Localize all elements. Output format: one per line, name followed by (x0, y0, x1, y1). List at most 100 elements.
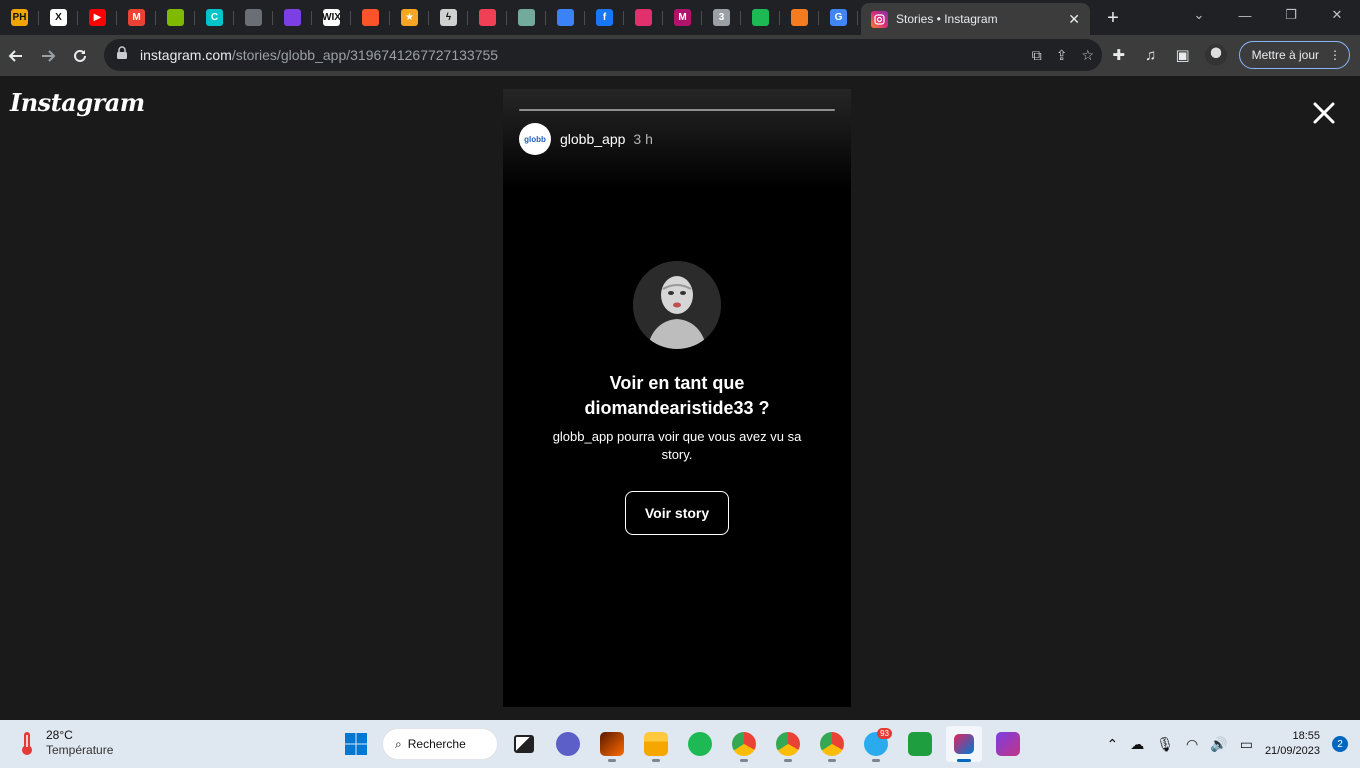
profile-avatar[interactable] (1204, 44, 1227, 66)
forward-button[interactable] (32, 40, 64, 72)
media-control-icon[interactable]: ♫ (1141, 47, 1161, 64)
teams-chat-button[interactable] (550, 726, 586, 762)
pinned-tab[interactable]: M (117, 0, 156, 35)
instagram-logo[interactable]: Instagram (10, 88, 145, 117)
start-button[interactable] (338, 726, 374, 762)
sun-icon (791, 9, 808, 26)
story-timestamp: 3 h (633, 131, 653, 147)
story-header: globb globb_app 3 h (519, 123, 653, 155)
pinned-tab[interactable]: C (195, 0, 234, 35)
search-icon: ⌕ (395, 736, 402, 751)
story-author-avatar[interactable]: globb (519, 123, 551, 155)
story-author-username[interactable]: globb_app (560, 131, 625, 147)
pinned-tab[interactable]: M (663, 0, 702, 35)
share-icon[interactable]: ⇪ (1056, 47, 1068, 64)
shield-icon (557, 9, 574, 26)
pinned-tab[interactable]: ★ (390, 0, 429, 35)
microphone-icon[interactable]: 🎙 (1156, 736, 1174, 753)
game-icon (600, 732, 624, 756)
address-bar[interactable]: instagram.com/stories/globb_app/31967412… (104, 39, 1102, 71)
chrome-profile-1-button[interactable] (726, 726, 762, 762)
game-app-button[interactable] (594, 726, 630, 762)
pinned-tab[interactable]: ▶ (78, 0, 117, 35)
pinned-tab[interactable] (351, 0, 390, 35)
wifi-icon[interactable]: ◠ (1186, 736, 1198, 753)
restore-button[interactable]: ❐ (1268, 0, 1314, 30)
taskbar-search[interactable]: ⌕ Recherche (382, 728, 498, 760)
pinned-tab[interactable] (156, 0, 195, 35)
chat-icon (556, 732, 580, 756)
battery-icon[interactable]: ▭ (1240, 736, 1253, 753)
volume-icon[interactable]: 🔊 (1210, 736, 1227, 753)
site-info-icon[interactable] (116, 45, 128, 65)
pinned-tab[interactable] (507, 0, 546, 35)
pinned-tab[interactable] (234, 0, 273, 35)
minimize-button[interactable]: — (1222, 0, 1268, 30)
pinned-tabs: PH X ▶ M C WIX ★ ϟ f M 3 G (0, 0, 858, 35)
view-as-subtitle: globb_app pourra voir que vous avez vu s… (552, 429, 802, 462)
weather-temperature: 28°C (46, 728, 73, 742)
telegram-button[interactable]: 93 (858, 726, 894, 762)
spotify-button[interactable] (682, 726, 718, 762)
instagram-icon (635, 9, 652, 26)
microsoft-icon (167, 9, 184, 26)
update-button[interactable]: Mettre à jour ⋮ (1238, 41, 1350, 69)
pinned-tab[interactable] (780, 0, 819, 35)
back-button[interactable] (0, 40, 32, 72)
reload-button[interactable] (64, 40, 96, 72)
tab-search-icon[interactable]: ⌄ (1176, 0, 1222, 30)
spotify-icon (688, 732, 712, 756)
pinned-tab[interactable]: G (819, 0, 858, 35)
update-button-label: Mettre à jour (1251, 48, 1319, 62)
extensions-icon[interactable]: ✚ (1109, 46, 1129, 64)
telegram-badge: 93 (877, 728, 892, 739)
onedrive-icon[interactable]: ☁ (1130, 736, 1144, 753)
pinned-tab[interactable]: X (39, 0, 78, 35)
bookmark-star-icon[interactable]: ☆ (1081, 47, 1094, 64)
side-panel-icon[interactable]: ▣ (1173, 46, 1193, 64)
pinned-tab[interactable]: WIX (312, 0, 351, 35)
windows-icon (345, 733, 367, 755)
task-view-button[interactable] (506, 726, 542, 762)
youtube-icon: ▶ (89, 9, 106, 26)
app-3-icon: 3 (713, 9, 730, 26)
app-purple-icon (284, 9, 301, 26)
window-close-button[interactable]: ✕ (1314, 0, 1360, 30)
pinned-tab[interactable]: 3 (702, 0, 741, 35)
tab-stories-instagram[interactable]: Stories • Instagram ✕ (861, 3, 1090, 35)
chrome-profile-3-button[interactable] (814, 726, 850, 762)
open-in-app-icon[interactable]: ⧉ (1032, 47, 1042, 64)
chrome-profile-2-button[interactable] (770, 726, 806, 762)
new-tab-button[interactable]: + (1100, 5, 1126, 31)
messages-app-button[interactable] (902, 726, 938, 762)
pinned-tab[interactable] (624, 0, 663, 35)
browser-toolbar: instagram.com/stories/globb_app/31967412… (0, 35, 1360, 76)
file-explorer-button[interactable] (638, 726, 674, 762)
close-story-icon[interactable] (1309, 98, 1339, 128)
notification-badge[interactable]: 2 (1332, 736, 1348, 752)
chevron-up-icon[interactable]: ⌃ (1107, 736, 1119, 753)
gmail-icon: M (128, 9, 145, 26)
brave-icon (362, 9, 379, 26)
menu-dots-icon: ⋮ (1329, 48, 1341, 62)
pinned-tab[interactable]: f (585, 0, 624, 35)
clock-date: 21/09/2023 (1264, 745, 1320, 757)
weather-widget[interactable]: 28°C Température (16, 728, 113, 758)
pinned-tab[interactable] (546, 0, 585, 35)
chatgpt-icon (518, 9, 535, 26)
tab-close-icon[interactable]: ✕ (1068, 11, 1080, 28)
pinned-tab[interactable] (273, 0, 312, 35)
pinned-tab[interactable]: PH (0, 0, 39, 35)
chrome-icon (732, 732, 756, 756)
facebook-icon: f (596, 9, 613, 26)
clipchamp-button[interactable] (990, 726, 1026, 762)
snipping-tool-button[interactable] (946, 726, 982, 762)
ring-icon (752, 9, 769, 26)
pinned-tab[interactable]: ϟ (429, 0, 468, 35)
view-story-button[interactable]: Voir story (625, 491, 729, 535)
system-clock[interactable]: 18:55 21/09/2023 (1265, 729, 1320, 759)
clock-time: 18:55 (1292, 730, 1320, 742)
story-viewer: globb globb_app 3 h Voir en tant que dio… (503, 89, 851, 707)
pinned-tab[interactable] (741, 0, 780, 35)
pinned-tab[interactable] (468, 0, 507, 35)
